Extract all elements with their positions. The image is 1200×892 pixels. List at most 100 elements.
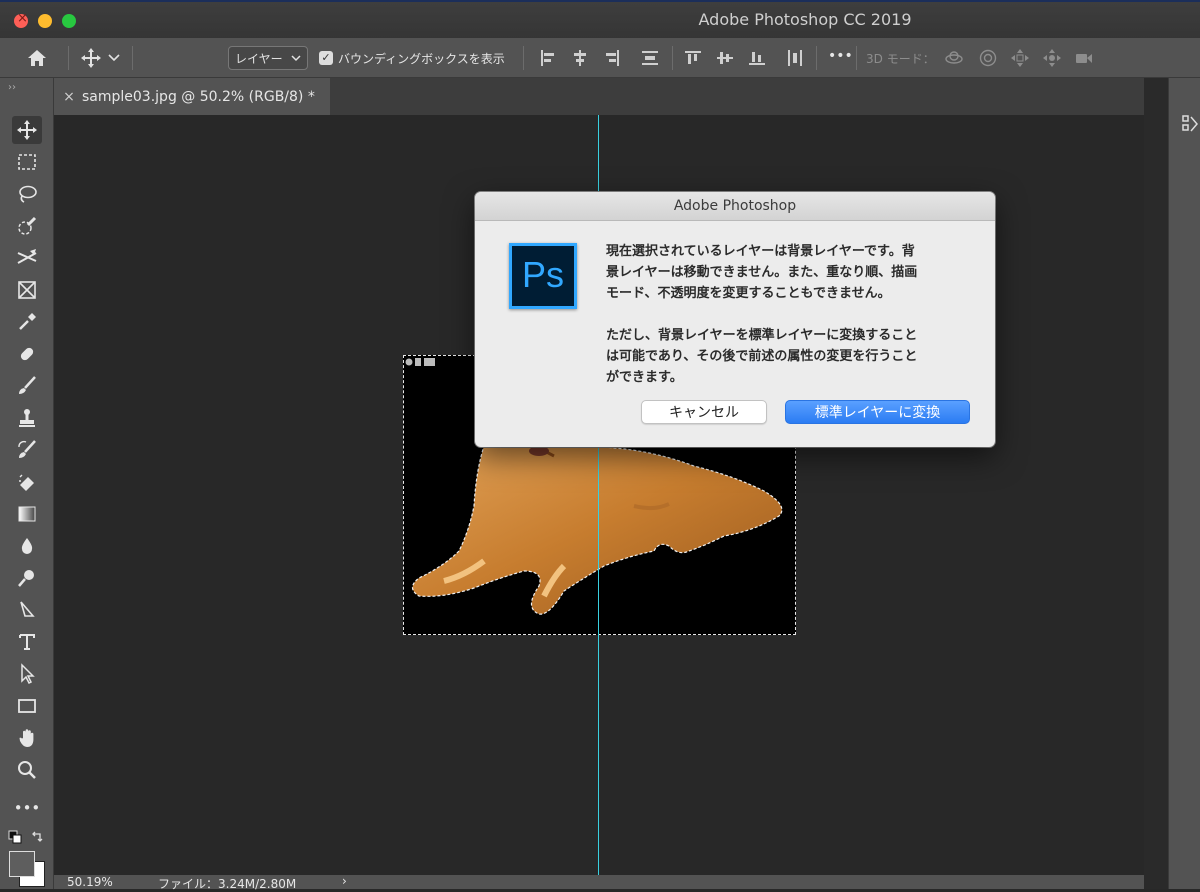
hand-icon: [19, 729, 34, 747]
path-selection-tool[interactable]: [12, 660, 42, 688]
history-brush-icon: [18, 440, 36, 458]
lasso-tool[interactable]: [12, 180, 42, 208]
separator: [68, 46, 69, 70]
brush-icon: [19, 376, 36, 394]
tools-panel: ›› •••: [0, 78, 54, 889]
eyedropper-icon: [19, 313, 36, 330]
dialog-message-secondary: ただし、背景レイヤーを標準レイヤーに変換すること は可能であり、その後で前述の属…: [606, 325, 966, 388]
quick-selection-tool[interactable]: [12, 212, 42, 240]
align-bottom-icon[interactable]: [747, 48, 767, 68]
zoom-tool[interactable]: [12, 756, 42, 784]
distribute-vertical-icon[interactable]: [785, 48, 805, 68]
foreground-color-swatch[interactable]: [9, 851, 35, 877]
dialog-title: Adobe Photoshop: [475, 192, 995, 221]
orbit-3d-icon[interactable]: [944, 48, 964, 68]
title-bar: Adobe Photoshop CC 2019: [0, 0, 1200, 38]
move-icon: [17, 120, 37, 140]
align-hcenter-icon[interactable]: [570, 48, 590, 68]
pen-tool[interactable]: [12, 596, 42, 624]
align-right-icon[interactable]: [602, 48, 622, 68]
move-tool-preset-button[interactable]: [77, 38, 123, 78]
frame-tool[interactable]: [12, 276, 42, 304]
distribute-icon[interactable]: [640, 48, 660, 68]
auto-select-target-value: レイヤー: [235, 51, 283, 66]
lasso-icon: [19, 185, 37, 203]
move-tool[interactable]: [12, 116, 42, 144]
close-tab-icon[interactable]: ×: [56, 89, 82, 105]
rectangle-tool[interactable]: [12, 692, 42, 720]
eraser-icon: [19, 474, 34, 491]
right-panel-dock: [1168, 78, 1200, 889]
history-brush-tool[interactable]: [12, 436, 42, 464]
separator: [132, 46, 133, 70]
checkbox-icon[interactable]: ✓: [319, 51, 333, 65]
separator: [856, 46, 857, 70]
dialog-message-primary: 現在選択されているレイヤーは背景レイヤーです。背 景レイヤーは移動できません。ま…: [606, 241, 966, 304]
type-tool[interactable]: [12, 628, 42, 656]
pen-icon: [20, 601, 35, 617]
default-colors-icon[interactable]: [8, 830, 22, 844]
dodge-icon: [18, 570, 34, 587]
align-vcenter-icon[interactable]: [715, 48, 735, 68]
options-bar: レイヤー ✓ バウンディングボックスを表示 ••• 3D モード：: [0, 38, 1200, 78]
convert-to-normal-layer-button[interactable]: 標準レイヤーに変換: [785, 400, 970, 424]
message-line: ただし、背景レイヤーを標準レイヤーに変換すること: [606, 328, 918, 343]
roll-3d-icon[interactable]: [978, 48, 998, 68]
file-size: ファイル：3.24M/2.80M: [158, 877, 297, 891]
message-line: モード、不透明度を変更することもできません。: [606, 286, 891, 301]
stamp-icon: [19, 409, 35, 427]
app-title: Adobe Photoshop CC 2019: [698, 10, 912, 29]
gradient-tool[interactable]: [12, 500, 42, 528]
clone-stamp-tool[interactable]: [12, 404, 42, 432]
eyedropper-tool[interactable]: [12, 308, 42, 336]
crop-tool[interactable]: [12, 244, 42, 272]
scale-3d-icon[interactable]: [1074, 48, 1094, 68]
brush-tool[interactable]: [12, 372, 42, 400]
home-button[interactable]: [22, 38, 52, 78]
edit-toolbar-button[interactable]: •••: [12, 794, 42, 822]
marquee-tool[interactable]: [12, 148, 42, 176]
photoshop-logo-icon: Ps: [509, 243, 577, 309]
more-options-button[interactable]: •••: [828, 48, 853, 64]
swap-colors-icon[interactable]: [30, 830, 44, 844]
message-line: ができます。: [606, 370, 683, 385]
document-tab-bar: × sample03.jpg @ 50.2% (RGB/8) *: [54, 78, 1168, 115]
auto-select-target-select[interactable]: レイヤー: [228, 46, 308, 70]
align-top-icon[interactable]: [683, 48, 703, 68]
bandage-icon: [20, 347, 34, 361]
drag-3d-icon[interactable]: [1010, 48, 1030, 68]
rectangle-marquee-icon: [18, 154, 36, 170]
zoom-icon: [18, 761, 36, 779]
background-layer-dialog: Adobe Photoshop Ps 現在選択されているレイヤーは背景レイヤーで…: [475, 192, 995, 447]
crop-icon: [17, 249, 37, 264]
quick-selection-icon: [18, 216, 37, 235]
message-line: は可能であり、その後で前述の属性の変更を行うこと: [606, 349, 918, 364]
message-line: 景レイヤーは移動できません。また、重なり順、描画: [606, 265, 918, 280]
rectangle-icon: [18, 699, 36, 713]
document-tab[interactable]: × sample03.jpg @ 50.2% (RGB/8) *: [54, 78, 330, 115]
blur-tool[interactable]: [12, 532, 42, 560]
chevron-down-icon: [108, 54, 120, 62]
status-bar: 50.19% ファイル：3.24M/2.80M ›: [54, 874, 1144, 891]
separator: [672, 46, 673, 70]
separator: [523, 46, 524, 70]
frame-icon: [18, 281, 36, 299]
move-icon: [81, 48, 101, 68]
collapse-icon[interactable]: ››: [8, 82, 16, 93]
chevron-down-icon: [291, 54, 301, 61]
bounding-box-label: バウンディングボックスを表示: [338, 52, 505, 66]
healing-brush-tool[interactable]: [12, 340, 42, 368]
dodge-tool[interactable]: [12, 564, 42, 592]
separator: [816, 46, 817, 70]
cancel-button[interactable]: キャンセル: [641, 400, 767, 424]
mode-3d-label: 3D モード：: [866, 52, 935, 66]
zoom-level[interactable]: 50.19%: [67, 875, 113, 889]
status-menu-arrow[interactable]: ›: [342, 874, 347, 888]
layer-lock-icon: [405, 358, 435, 366]
document-tab-label: sample03.jpg @ 50.2% (RGB/8) *: [82, 88, 315, 105]
hand-tool[interactable]: [12, 724, 42, 752]
history-panel-icon[interactable]: [1181, 114, 1199, 134]
slide-3d-icon[interactable]: [1042, 48, 1062, 68]
align-left-icon[interactable]: [538, 48, 558, 68]
eraser-tool[interactable]: [12, 468, 42, 496]
